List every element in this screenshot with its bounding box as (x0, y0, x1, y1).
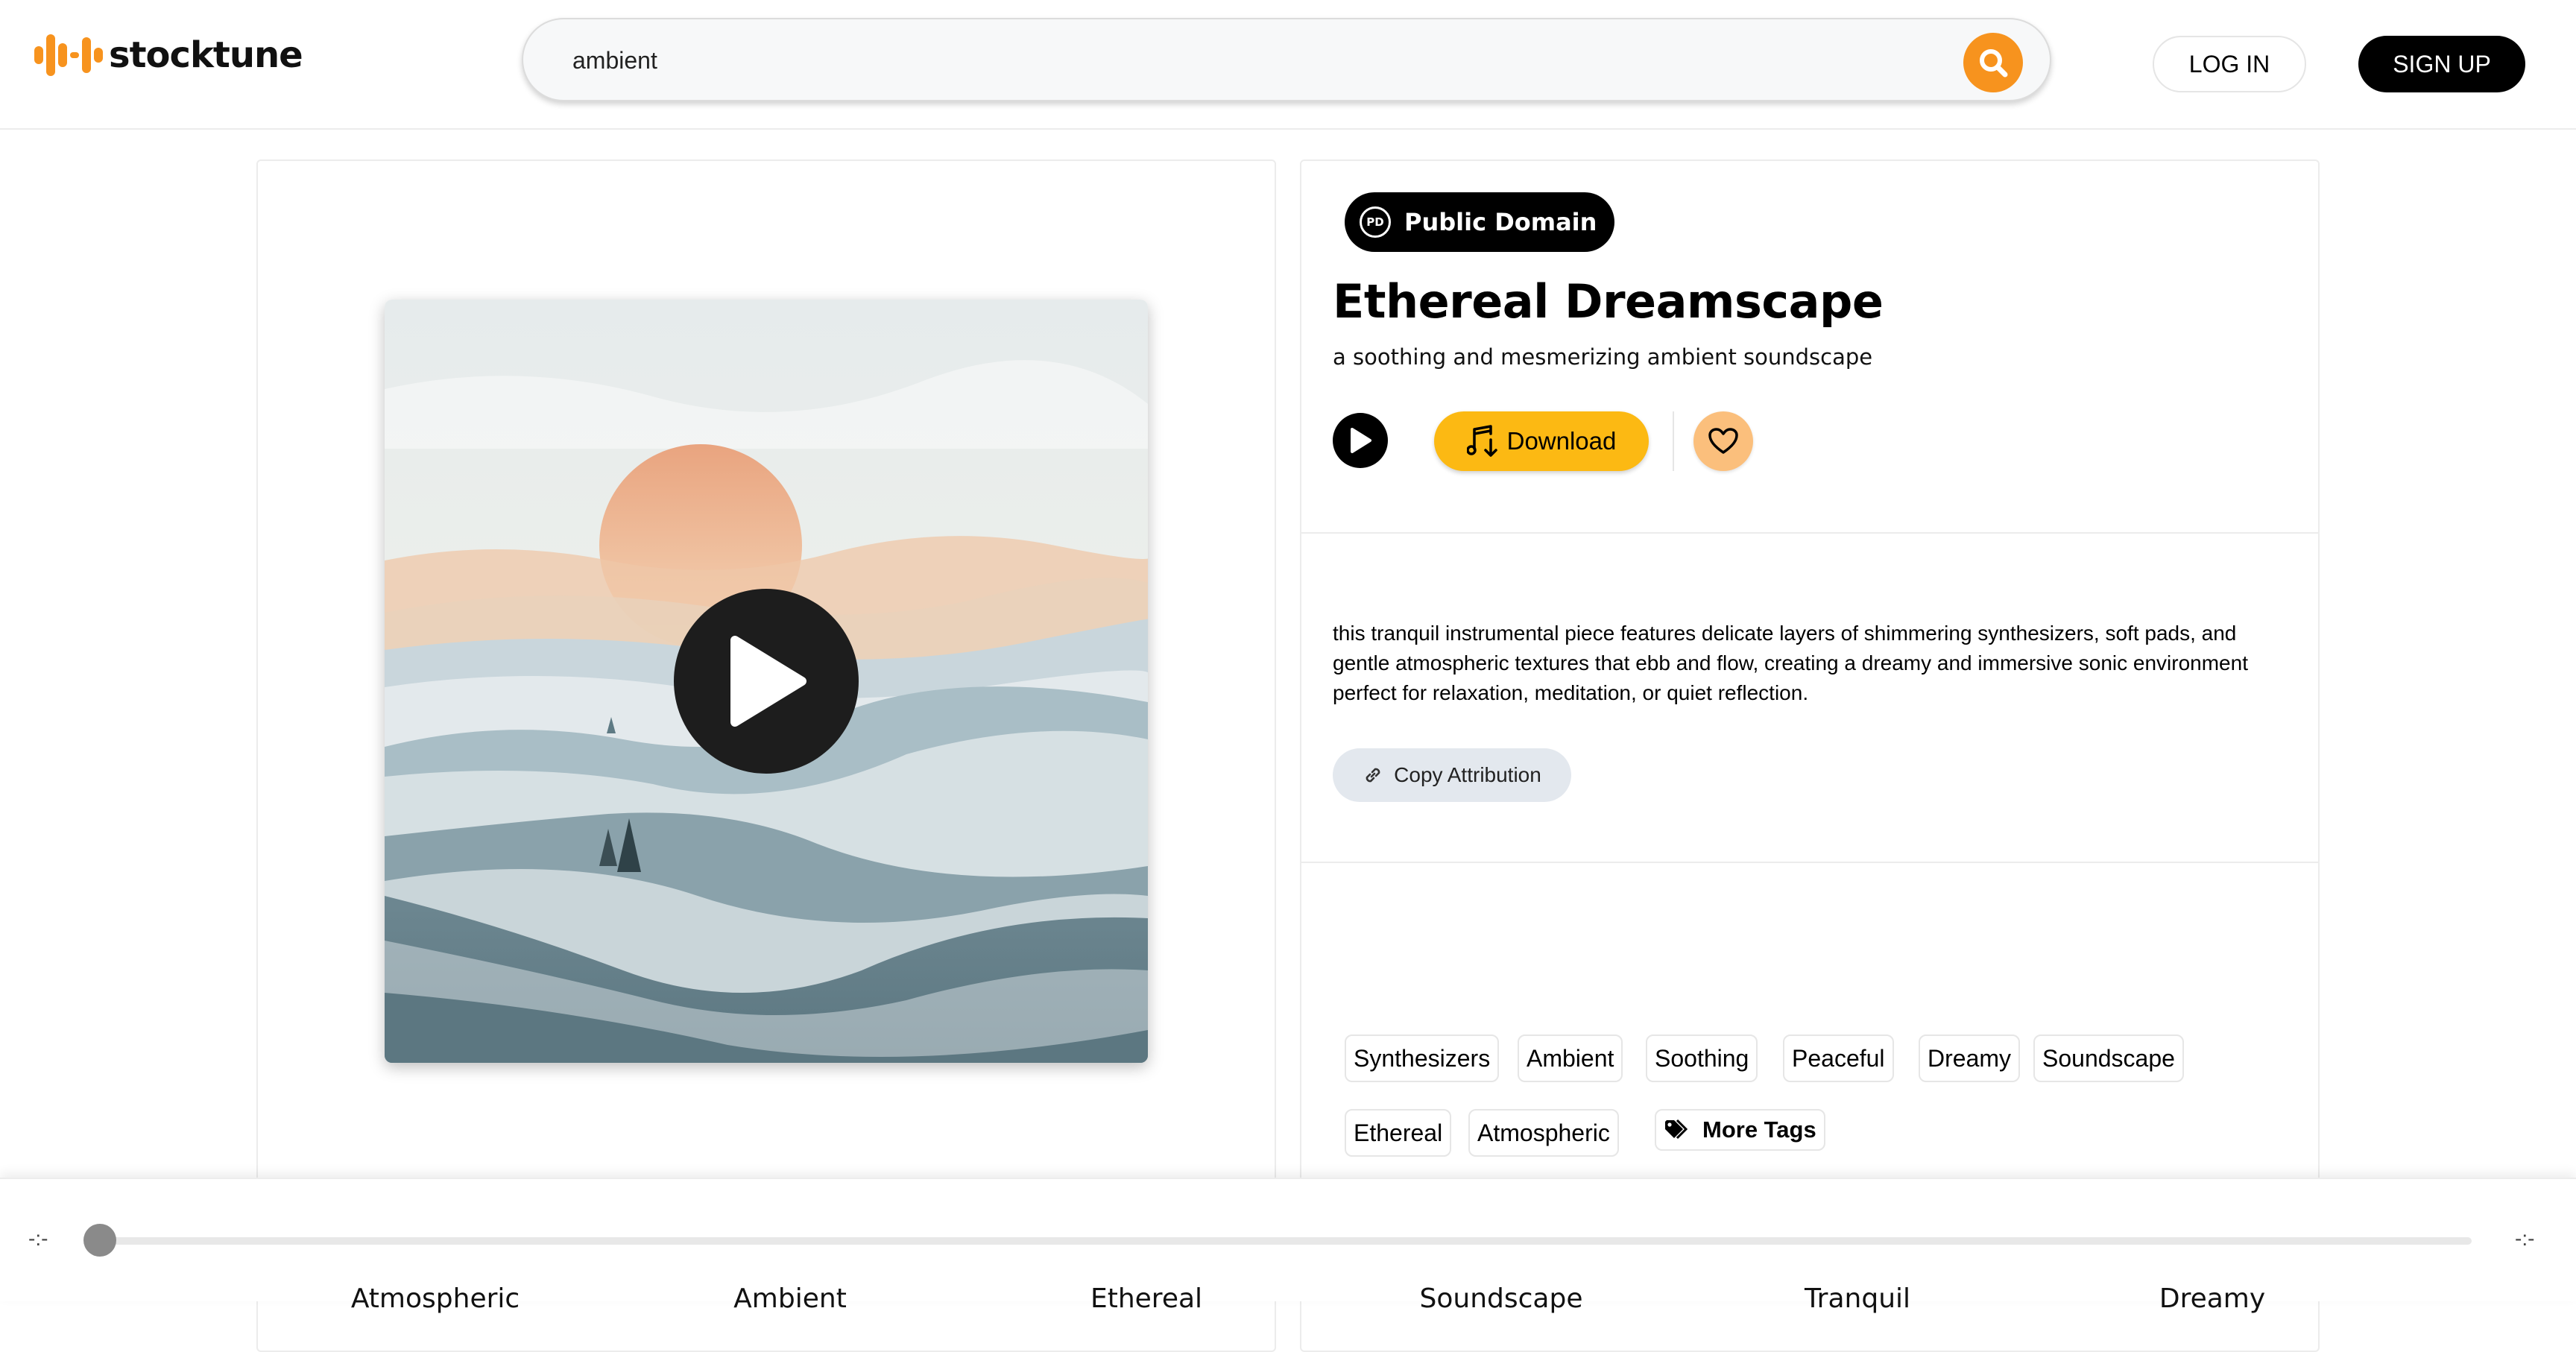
login-button[interactable]: LOG IN (2153, 36, 2306, 92)
category-ethereal[interactable]: Ethereal (1090, 1283, 1202, 1314)
download-button[interactable]: Download (1434, 411, 1649, 471)
site-header: stocktune LOG IN SIGN UP (0, 0, 2576, 130)
public-domain-icon: PD (1360, 206, 1391, 238)
audio-player-bar: -:- -:- Atmospheric Ambient Ethereal Sou… (0, 1178, 2576, 1314)
tag-atmospheric[interactable]: Atmospheric (1468, 1109, 1619, 1157)
favorite-button[interactable] (1693, 411, 1753, 471)
tag-soothing[interactable]: Soothing (1646, 1034, 1758, 1082)
category-ambient[interactable]: Ambient (733, 1283, 847, 1314)
tag-ethereal[interactable]: Ethereal (1345, 1109, 1452, 1157)
more-tags-button[interactable]: More Tags (1655, 1109, 1825, 1151)
track-title: Ethereal Dreamscape (1333, 274, 1884, 329)
heart-icon (1708, 428, 1738, 454)
tag-peaceful[interactable]: Peaceful (1783, 1034, 1894, 1082)
tag-dreamy[interactable]: Dreamy (1919, 1034, 2021, 1082)
section-divider (1301, 532, 2318, 534)
current-time: -:- (28, 1227, 48, 1250)
category-dreamy[interactable]: Dreamy (2159, 1283, 2265, 1314)
artwork-card (256, 159, 1276, 1352)
action-divider (1673, 411, 1674, 471)
search-bar (522, 18, 2051, 101)
search-icon (1980, 49, 2008, 78)
tags-icon (1665, 1119, 1688, 1140)
brand-name: stocktune (109, 34, 303, 76)
waveform-logo-icon (34, 34, 103, 76)
category-soundscape[interactable]: Soundscape (1420, 1283, 1583, 1314)
section-divider (1301, 862, 2318, 863)
more-tags-label: More Tags (1702, 1116, 1816, 1143)
tag-soundscape[interactable]: Soundscape (2033, 1034, 2184, 1082)
play-icon (730, 636, 806, 727)
search-input[interactable] (571, 36, 1916, 85)
link-icon (1366, 768, 1380, 783)
license-badge[interactable]: PD Public Domain (1345, 192, 1615, 252)
signup-button[interactable]: SIGN UP (2358, 36, 2525, 92)
search-button[interactable] (1963, 33, 2023, 92)
play-button[interactable] (1333, 413, 1388, 468)
tag-ambient[interactable]: Ambient (1518, 1034, 1623, 1082)
stocktune-logo[interactable]: stocktune (33, 30, 303, 80)
category-atmospheric[interactable]: Atmospheric (351, 1283, 520, 1314)
track-info-card: PD Public Domain Ethereal Dreamscape a s… (1300, 159, 2320, 1352)
seek-bar[interactable] (101, 1237, 2472, 1245)
play-icon (1351, 428, 1371, 453)
track-artwork (385, 300, 1148, 1063)
artwork-play-button[interactable] (674, 589, 859, 774)
download-label: Download (1506, 427, 1617, 455)
copy-attribution-label: Copy Attribution (1394, 763, 1541, 786)
copy-attribution-button[interactable]: Copy Attribution (1333, 748, 1571, 802)
track-subtitle: a soothing and mesmerizing ambient sound… (1333, 344, 1873, 370)
total-time: -:- (2515, 1227, 2535, 1250)
category-tranquil[interactable]: Tranquil (1805, 1283, 1910, 1314)
track-description: this tranquil instrumental piece feature… (1333, 622, 2248, 704)
license-label: Public Domain (1404, 208, 1597, 236)
tag-synthesizers[interactable]: Synthesizers (1345, 1034, 1500, 1082)
seek-handle[interactable] (83, 1224, 116, 1257)
related-categories: Atmospheric Ambient Ethereal Soundscape … (0, 1283, 2576, 1328)
music-download-icon (1466, 425, 1497, 457)
